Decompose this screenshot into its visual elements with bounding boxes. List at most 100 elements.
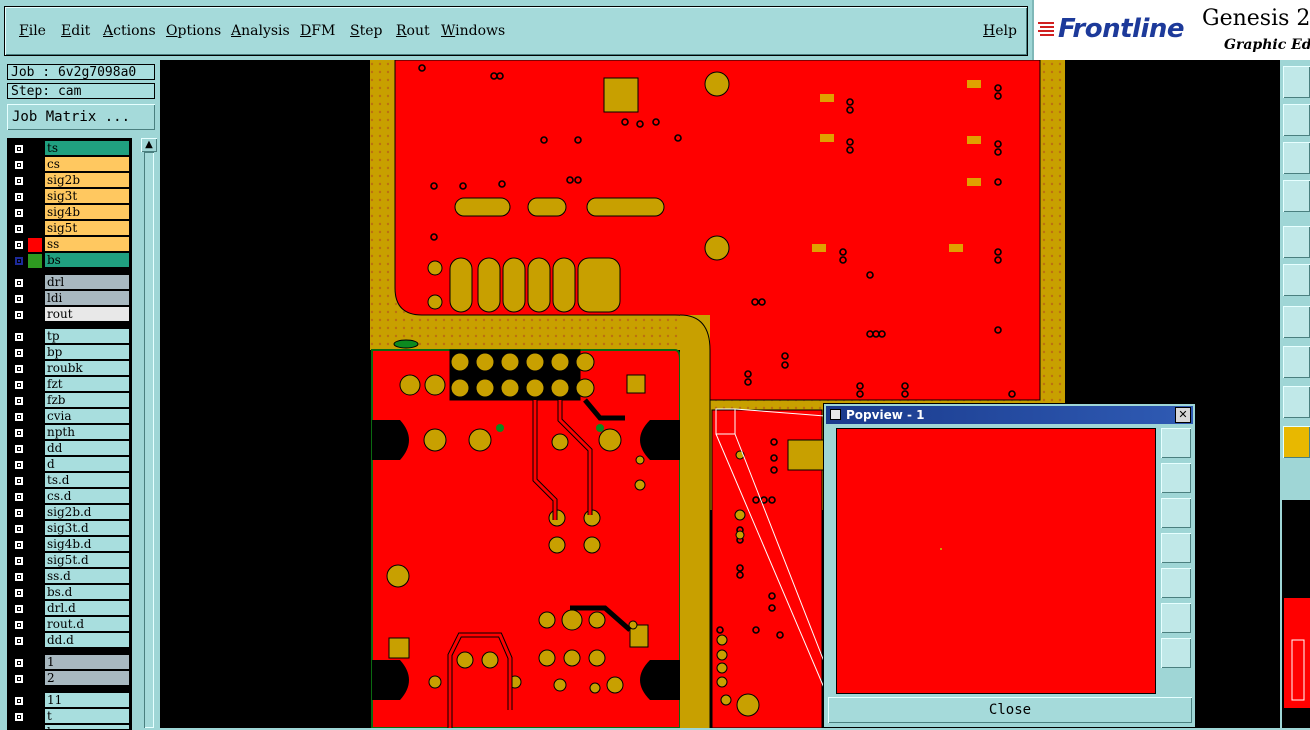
tool-pan-icon[interactable] [1283, 66, 1310, 98]
layer-name[interactable]: cs [45, 157, 129, 172]
layer-name[interactable]: sig3t.d [45, 521, 129, 536]
tool-dims-icon[interactable] [1283, 386, 1310, 418]
popview-titlebar[interactable]: Popview - 1 ✕ [826, 406, 1193, 424]
layer-name[interactable]: sig4b.d [45, 537, 129, 552]
pan-up-icon[interactable] [1161, 463, 1191, 493]
layer-checkbox[interactable] [14, 348, 24, 358]
layer-checkbox[interactable] [14, 192, 24, 202]
layer-checkbox[interactable] [14, 160, 24, 170]
layer-name[interactable]: ss [45, 237, 129, 252]
layer-checkbox[interactable] [14, 604, 24, 614]
layer-checkbox[interactable] [14, 428, 24, 438]
layer-row[interactable]: ss.d [8, 569, 131, 585]
layer-name[interactable]: ss.d [45, 569, 129, 584]
layer-checkbox[interactable] [14, 658, 24, 668]
layer-checkbox[interactable] [14, 332, 24, 342]
menu-windows[interactable]: Windows [441, 23, 505, 39]
tool-triangle-icon[interactable] [1283, 346, 1310, 378]
tool-select-icon[interactable] [1283, 426, 1310, 458]
window-menu-icon[interactable] [830, 409, 841, 420]
layer-row[interactable]: roubk [8, 361, 131, 377]
layer-checkbox[interactable] [14, 396, 24, 406]
layer-checkbox[interactable] [14, 294, 24, 304]
layer-row[interactable]: fzt [8, 377, 131, 393]
layer-row[interactable]: drl.d [8, 601, 131, 617]
layer-name[interactable]: t [45, 709, 129, 724]
layer-row[interactable]: sig5t [8, 221, 131, 237]
layer-row[interactable]: d [8, 457, 131, 473]
layer-list-scrollbar[interactable]: ▲ [141, 138, 157, 728]
layer-checkbox[interactable] [14, 310, 24, 320]
layer-row[interactable]: bp [8, 345, 131, 361]
pan-left-icon[interactable] [1161, 533, 1191, 563]
menu-step[interactable]: Step [350, 23, 382, 39]
layer-row[interactable]: dd.d [8, 633, 131, 649]
layer-name[interactable]: sig5t [45, 221, 129, 236]
menu-options[interactable]: Options [166, 23, 221, 39]
layer-name[interactable]: bs.d [45, 585, 129, 600]
layer-checkbox[interactable] [14, 364, 24, 374]
layer-row[interactable]: cs [8, 157, 131, 173]
layer-checkbox[interactable] [14, 620, 24, 630]
layer-name[interactable]: dd.d [45, 633, 129, 648]
menu-actions[interactable]: Actions [103, 23, 156, 39]
popview-close-button[interactable]: Close [828, 697, 1192, 723]
layer-name[interactable]: sig2b.d [45, 505, 129, 520]
scroll-track[interactable] [144, 152, 154, 728]
layer-row[interactable]: fzb [8, 393, 131, 409]
layer-row[interactable]: 2 [8, 671, 131, 687]
menu-analysis[interactable]: Analysis [231, 23, 290, 39]
pan-down-icon[interactable] [1161, 498, 1191, 528]
layer-row[interactable]: 1 [8, 655, 131, 671]
layer-name[interactable]: sig2b [45, 173, 129, 188]
layer-row[interactable]: sig2b.d [8, 505, 131, 521]
layer-name[interactable]: ts.d [45, 473, 129, 488]
layer-color-swatch[interactable] [28, 238, 42, 252]
layer-name[interactable]: 2 [45, 671, 129, 686]
layer-name[interactable]: drl [45, 275, 129, 290]
layer-checkbox[interactable] [14, 144, 24, 154]
layer-checkbox[interactable] [14, 460, 24, 470]
layer-name[interactable]: npth [45, 425, 129, 440]
layer-name[interactable]: bs [45, 253, 129, 268]
layer-row[interactable]: ts.d [8, 473, 131, 489]
layer-name[interactable]: cvia [45, 409, 129, 424]
layer-row[interactable]: rout.d [8, 617, 131, 633]
layer-name[interactable]: rout.d [45, 617, 129, 632]
scroll-up-icon[interactable]: ▲ [141, 138, 157, 152]
layer-name[interactable]: bp [45, 345, 129, 360]
layer-name[interactable]: cs.d [45, 489, 129, 504]
layer-row[interactable]: ldi [8, 291, 131, 307]
layer-checkbox[interactable] [14, 636, 24, 646]
layer-name[interactable]: drl.d [45, 601, 129, 616]
overview-minimap[interactable] [1282, 500, 1310, 728]
zoom-fit-icon[interactable] [1161, 428, 1191, 458]
layer-name[interactable]: sig4b [45, 205, 129, 220]
layer-checkbox[interactable] [14, 540, 24, 550]
layer-checkbox[interactable] [14, 380, 24, 390]
layer-checkbox[interactable] [14, 256, 24, 266]
layer-row[interactable]: sig2b [8, 173, 131, 189]
layer-row[interactable]: 11 [8, 693, 131, 709]
layer-row[interactable]: bs.d [8, 585, 131, 601]
layer-checkbox[interactable] [14, 444, 24, 454]
tool-arrow-icon[interactable] [1283, 104, 1310, 136]
layer-checkbox[interactable] [14, 476, 24, 486]
layer-name[interactable]: rout [45, 307, 129, 322]
layer-row[interactable]: sig4b.d [8, 537, 131, 553]
layer-row[interactable]: tp [8, 329, 131, 345]
layer-row[interactable]: dd [8, 441, 131, 457]
tool-zoom-icon[interactable] [1283, 142, 1310, 174]
layer-checkbox[interactable] [14, 208, 24, 218]
layer-name[interactable]: sig3t [45, 189, 129, 204]
layer-name[interactable]: fzb [45, 393, 129, 408]
menu-edit[interactable]: Edit [61, 23, 90, 39]
layer-row[interactable]: cs.d [8, 489, 131, 505]
layer-row[interactable]: t [8, 709, 131, 725]
menu-rout[interactable]: Rout [396, 23, 430, 39]
tool-measure-icon[interactable] [1283, 180, 1310, 212]
layer-row[interactable]: cvia [8, 409, 131, 425]
layer-name[interactable]: roubk [45, 361, 129, 376]
layer-color-swatch[interactable] [28, 254, 42, 268]
layer-row[interactable]: rout [8, 307, 131, 323]
